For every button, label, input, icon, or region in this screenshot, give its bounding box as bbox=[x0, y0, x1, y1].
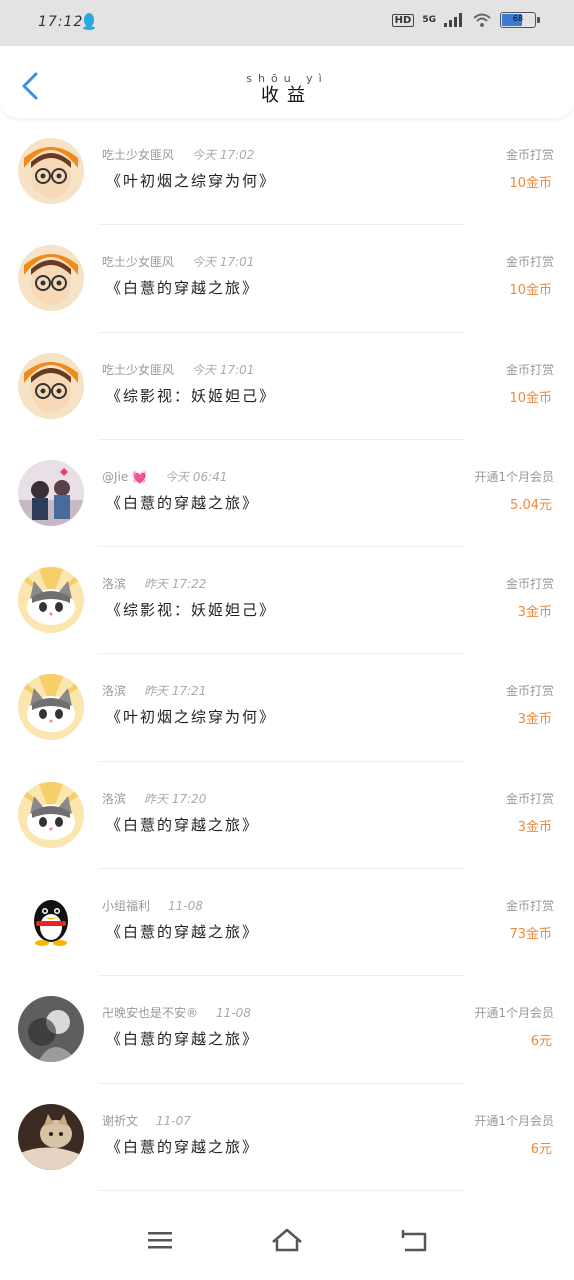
book-title[interactable]: 《叶初烟之综穿为何》 bbox=[106, 170, 276, 191]
list-item[interactable]: @Jie 💓 今天 06:41 《白薏的穿越之旅》 开通1个月会员 5.04元 bbox=[0, 440, 574, 548]
earning-type: 金币打赏 bbox=[505, 791, 554, 806]
home-icon[interactable] bbox=[267, 1222, 307, 1258]
book-title[interactable]: 《白薏的穿越之旅》 bbox=[106, 921, 259, 942]
book-title[interactable]: 《白薏的穿越之旅》 bbox=[106, 1136, 259, 1157]
list-item[interactable]: 谢祈文 11-07 《白薏的穿越之旅》 开通1个月会员 6元 bbox=[0, 1084, 574, 1191]
book-title[interactable]: 《白薏的穿越之旅》 bbox=[106, 277, 259, 298]
user-name[interactable]: 卍晚安也是不安® bbox=[102, 1006, 198, 1020]
list-item[interactable]: 洛滨 昨天 17:21 《叶初烟之综穿为何》 金币打赏 3金币 bbox=[0, 654, 574, 762]
back-icon[interactable] bbox=[395, 1222, 435, 1258]
timestamp: 昨天 17:21 bbox=[144, 684, 207, 699]
status-time: 17:12 bbox=[38, 14, 84, 30]
book-title[interactable]: 《白薏的穿越之旅》 bbox=[106, 492, 259, 513]
timestamp: 今天 17:01 bbox=[192, 255, 255, 270]
list-item[interactable]: 洛滨 昨天 17:22 《综影视：妖姬妲己》 金币打赏 3金币 bbox=[0, 547, 574, 655]
divider bbox=[98, 1189, 464, 1191]
book-title[interactable]: 《综影视：妖姬妲己》 bbox=[106, 385, 276, 406]
system-nav-bar bbox=[0, 1196, 574, 1280]
book-title[interactable]: 《叶初烟之综穿为何》 bbox=[106, 706, 276, 727]
user-name[interactable]: 吃土少女匪风 bbox=[102, 363, 174, 377]
timestamp: 今天 06:41 bbox=[165, 469, 228, 484]
user-name[interactable]: 吃土少女匪风 bbox=[102, 148, 174, 162]
timestamp: 11-07 bbox=[156, 1113, 191, 1128]
avatar[interactable] bbox=[18, 996, 84, 1063]
page-title: shōu yì 收益 bbox=[0, 72, 574, 107]
network-type: 5G bbox=[422, 14, 436, 25]
avatar[interactable] bbox=[18, 459, 84, 526]
user-name[interactable]: 洛滨 bbox=[102, 684, 126, 698]
timestamp: 昨天 17:22 bbox=[144, 577, 207, 592]
list-item[interactable]: 吃土少女匪风 今天 17:02 《叶初烟之综穿为何》 金币打赏 10金币 bbox=[0, 118, 574, 226]
earning-amount: 10金币 bbox=[509, 390, 552, 406]
avatar[interactable] bbox=[18, 352, 84, 419]
book-title[interactable]: 《综影视：妖姬妲己》 bbox=[106, 599, 276, 620]
list-item[interactable]: 吃土少女匪风 今天 17:01 《综影视：妖姬妲己》 金币打赏 10金币 bbox=[0, 333, 574, 440]
avatar[interactable] bbox=[18, 1103, 84, 1170]
earning-amount: 3金币 bbox=[517, 819, 552, 835]
earning-type: 开通1个月会员 bbox=[474, 1113, 554, 1128]
app-header: shōu yì 收益 bbox=[0, 46, 574, 118]
earning-type: 金币打赏 bbox=[505, 362, 554, 377]
earning-type: 金币打赏 bbox=[505, 684, 554, 699]
earning-amount: 73金币 bbox=[509, 927, 552, 943]
timestamp: 今天 17:01 bbox=[192, 362, 255, 377]
avatar[interactable] bbox=[18, 674, 84, 741]
page-title-text: 收益 bbox=[261, 85, 313, 106]
list-item[interactable]: 小组福利 11-08 《白薏的穿越之旅》 金币打赏 73金币 bbox=[0, 869, 574, 977]
timestamp: 11-08 bbox=[216, 1006, 251, 1021]
qq-notification-icon bbox=[83, 13, 95, 30]
user-name[interactable]: 小组福利 bbox=[102, 899, 150, 913]
earning-amount: 10金币 bbox=[509, 283, 552, 299]
hd-icon: HD bbox=[391, 13, 415, 27]
list-item[interactable]: 吃土少女匪风 今天 17:01 《白薏的穿越之旅》 金币打赏 10金币 bbox=[0, 225, 574, 333]
user-name[interactable]: 洛滨 bbox=[102, 792, 126, 806]
page-title-pinyin: shōu yì bbox=[246, 72, 328, 85]
timestamp: 今天 17:02 bbox=[192, 148, 255, 162]
earning-amount: 10金币 bbox=[509, 176, 552, 191]
timestamp: 11-08 bbox=[168, 899, 203, 914]
earning-amount: 6元 bbox=[530, 1141, 552, 1157]
earning-amount: 6元 bbox=[530, 1034, 552, 1050]
list-item[interactable]: 卍晚安也是不安® 11-08 《白薏的穿越之旅》 开通1个月会员 6元 bbox=[0, 976, 574, 1084]
menu-icon[interactable] bbox=[140, 1222, 180, 1258]
battery-level: 68 bbox=[512, 14, 524, 23]
earning-amount: 5.04元 bbox=[510, 497, 552, 513]
wifi-icon bbox=[473, 13, 491, 27]
earning-type: 金币打赏 bbox=[505, 255, 554, 270]
earning-type: 金币打赏 bbox=[505, 148, 554, 162]
earning-type: 金币打赏 bbox=[505, 899, 554, 914]
list-item[interactable]: 洛滨 昨天 17:20 《白薏的穿越之旅》 金币打赏 3金币 bbox=[0, 762, 574, 870]
user-name[interactable]: @Jie 💓 bbox=[102, 470, 147, 484]
earning-amount: 3金币 bbox=[517, 712, 552, 728]
avatar[interactable] bbox=[18, 245, 84, 312]
battery-icon: 68 bbox=[500, 12, 540, 28]
earnings-list: 吃土少女匪风 今天 17:02 《叶初烟之综穿为何》 金币打赏 10金币 吃土少女… bbox=[0, 118, 574, 1191]
avatar[interactable] bbox=[18, 138, 84, 204]
earning-type: 开通1个月会员 bbox=[474, 469, 554, 484]
book-title[interactable]: 《白薏的穿越之旅》 bbox=[106, 1028, 259, 1049]
earning-amount: 3金币 bbox=[517, 605, 552, 621]
user-name[interactable]: 吃土少女匪风 bbox=[102, 255, 174, 269]
status-bar: 17:12 HD 5G 68 bbox=[0, 0, 574, 46]
avatar[interactable] bbox=[18, 889, 84, 956]
signal-icon bbox=[444, 13, 462, 27]
book-title[interactable]: 《白薏的穿越之旅》 bbox=[106, 814, 259, 835]
earning-type: 开通1个月会员 bbox=[474, 1006, 554, 1021]
user-name[interactable]: 洛滨 bbox=[102, 577, 126, 591]
timestamp: 昨天 17:20 bbox=[144, 791, 207, 806]
avatar[interactable] bbox=[18, 567, 84, 634]
earning-type: 金币打赏 bbox=[505, 577, 554, 592]
avatar[interactable] bbox=[18, 781, 84, 848]
user-name[interactable]: 谢祈文 bbox=[102, 1114, 138, 1128]
